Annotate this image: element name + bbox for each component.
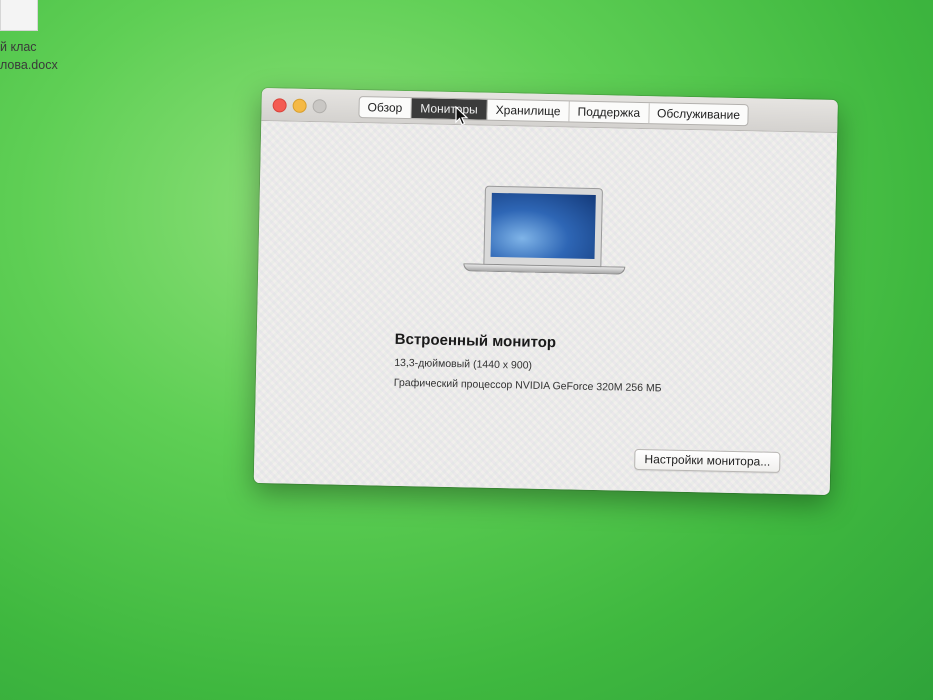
display-settings-button[interactable]: Настройки монитора... xyxy=(634,448,781,473)
close-icon[interactable] xyxy=(272,98,287,113)
tab-support[interactable]: Поддержка xyxy=(569,101,650,124)
maximize-icon[interactable] xyxy=(312,99,327,114)
desktop-file-label-line2[interactable]: лова.docx xyxy=(0,58,58,72)
cursor-icon xyxy=(455,106,469,126)
about-this-mac-window: Обзор Мониторы Хранилище Поддержка Обслу… xyxy=(253,88,838,495)
tab-bar: Обзор Мониторы Хранилище Поддержка Обслу… xyxy=(358,96,750,127)
tab-displays[interactable]: Мониторы xyxy=(411,98,488,120)
minimize-icon[interactable] xyxy=(292,98,307,113)
display-gpu: Графический процессор NVIDIA GeForce 320… xyxy=(393,376,662,395)
laptop-screen xyxy=(490,192,596,260)
document-icon[interactable] xyxy=(0,0,38,31)
tab-service[interactable]: Обслуживание xyxy=(649,103,748,125)
laptop-icon xyxy=(463,185,626,280)
display-size-resolution: 13,3-дюймовый (1440 x 900) xyxy=(394,356,533,372)
tab-storage[interactable]: Хранилище xyxy=(487,99,570,122)
displays-panel: Встроенный монитор 13,3-дюймовый (1440 x… xyxy=(253,120,838,495)
desktop-file-label-line1[interactable]: й клас xyxy=(0,40,37,54)
tab-overview[interactable]: Обзор xyxy=(359,97,412,119)
display-title: Встроенный монитор xyxy=(394,330,557,352)
